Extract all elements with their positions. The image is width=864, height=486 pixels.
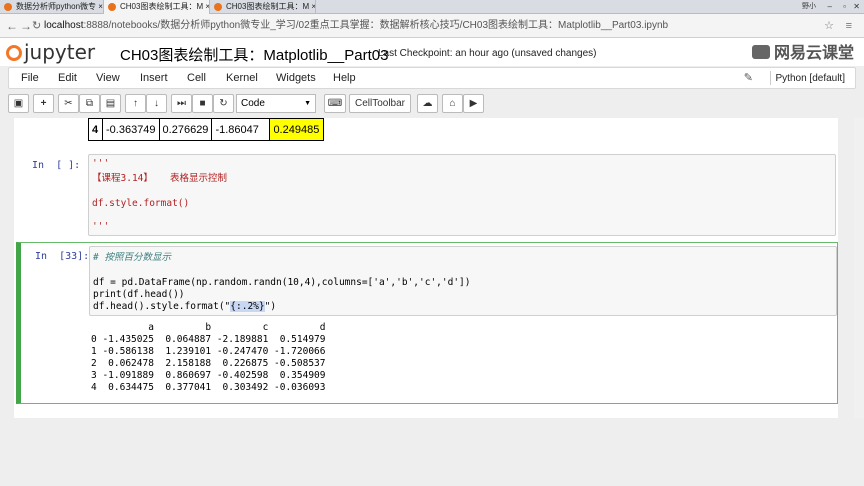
forward-icon[interactable]: →: [20, 18, 32, 34]
run-cell-icon[interactable]: ⏭: [171, 94, 192, 113]
notebook-page: 4 -0.363749 0.276629 -1.86047 0.249485 I…: [14, 118, 838, 418]
browser-tab-3[interactable]: CH03图表绘制工具：M ×: [210, 0, 316, 14]
menu-icon[interactable]: ≡: [846, 18, 852, 34]
interrupt-icon[interactable]: ■: [192, 94, 213, 113]
url-path: :8888/notebooks/数据分析师python微专业_学习/02重点工具…: [83, 20, 669, 31]
browser-tab-bar: 数据分析师python微专 × CH03图表绘制工具：M × CH03图表绘制工…: [0, 0, 864, 14]
paste-icon[interactable]: ▤: [100, 94, 121, 113]
output-line: 2 0.062478 2.158188 0.226875 -0.508537: [91, 358, 326, 369]
star-icon[interactable]: ☆: [824, 18, 834, 34]
restart-icon[interactable]: ↻: [213, 94, 234, 113]
table-row: 4 -0.363749 0.276629 -1.86047 0.249485: [88, 118, 325, 141]
code-line: ''': [92, 158, 110, 169]
jupyter-header: jupyter CH03图表绘制工具：Matplotlib__Part03 La…: [0, 38, 864, 66]
jupyter-favicon-icon: [214, 3, 222, 11]
menu-edit[interactable]: Edit: [58, 71, 77, 86]
menu-view[interactable]: View: [96, 71, 120, 86]
checkpoint-status: Last Checkpoint: an hour ago (unsaved ch…: [378, 48, 597, 59]
kernel-indicator: Python [default]: [769, 71, 845, 85]
cell-type-value: Code: [241, 98, 265, 109]
watermark-text: 网易云课堂: [773, 45, 854, 62]
table-cell: -1.86047: [211, 118, 271, 141]
cell-type-select[interactable]: Code ▼: [236, 94, 316, 113]
close-window-icon[interactable]: ✕: [853, 0, 860, 13]
cut-icon[interactable]: ✂: [58, 94, 79, 113]
jupyter-logo[interactable]: jupyter: [6, 40, 95, 64]
table-cell: 0.276629: [158, 118, 213, 141]
menu-bar: File Edit View Insert Cell Kernel Widget…: [8, 67, 856, 89]
jupyter-favicon-icon: [108, 3, 116, 11]
keyboard-icon[interactable]: ⌨: [324, 94, 346, 113]
menu-kernel[interactable]: Kernel: [226, 71, 258, 86]
reload-icon[interactable]: ↻: [32, 18, 41, 34]
netease-logo-icon: [751, 45, 770, 59]
present-icon[interactable]: ⌂: [442, 94, 463, 113]
minimize-icon[interactable]: –: [828, 0, 832, 13]
browser-tab-label: CH03图表绘制工具：M ×: [120, 2, 210, 11]
output-line: 3 -1.091889 0.860697 -0.402598 0.354909: [91, 370, 326, 381]
menu-help[interactable]: Help: [333, 71, 356, 86]
watermark: 网易云课堂: [751, 39, 854, 63]
table-cell: -0.363749: [102, 118, 160, 141]
move-down-icon[interactable]: ↓: [146, 94, 167, 113]
browser-tab-label: 数据分析师python微专 ×: [16, 2, 103, 11]
output-line: a b c d: [91, 322, 326, 333]
insert-cell-icon[interactable]: +: [33, 94, 54, 113]
menu-cell[interactable]: Cell: [187, 71, 206, 86]
celltoolbar-button[interactable]: CellToolbar: [349, 94, 411, 113]
cell-input[interactable]: # 按照百分数显示 df = pd.DataFrame(np.random.ra…: [89, 246, 837, 316]
code-fragment: df.head().style.format(": [93, 301, 231, 312]
output-line: 1 -0.586138 1.239101 -0.247470 -1.720066: [91, 346, 326, 357]
table-index-cell: 4: [88, 118, 103, 141]
chevron-down-icon: ▼: [304, 100, 311, 107]
notebook-bottom-area: [0, 418, 864, 486]
output-line: 4 0.634475 0.377041 0.303492 -0.036093: [91, 382, 326, 393]
jupyter-favicon-icon: [4, 3, 12, 11]
code-line: ''': [92, 221, 110, 232]
maximize-icon[interactable]: ▫: [843, 0, 846, 13]
code-line: df.head().style.format("{:.2%}"): [93, 301, 276, 313]
scrollbar[interactable]: [854, 118, 864, 418]
edit-pencil-icon[interactable]: ✎: [744, 71, 753, 84]
cloud-upload-icon[interactable]: ☁: [417, 94, 438, 113]
code-line: df.style.format(): [92, 198, 190, 209]
cell-prompt: In [33]:: [35, 251, 90, 262]
notebook-toolbar: ▣ + ✂ ⧉ ▤ ↑ ↓ ⏭ ■ ↻ Code ▼ ⌨ CellToolbar…: [8, 92, 856, 116]
notebook-area: 4 -0.363749 0.276629 -1.86047 0.249485 I…: [0, 118, 864, 418]
output-line: 0 -1.435025 0.064887 -2.189881 0.514979: [91, 334, 326, 345]
save-icon[interactable]: ▣: [8, 94, 29, 113]
browser-tab-2[interactable]: CH03图表绘制工具：M ×: [104, 0, 210, 14]
code-fragment: "): [264, 301, 277, 312]
cell-input[interactable]: ''' 【课程3.14】 表格显示控制 df.style.format() ''…: [88, 154, 836, 236]
browser-tab-label: CH03图表绘制工具：M ×: [226, 2, 316, 11]
code-line: print(df.head()): [93, 289, 185, 300]
code-line: 【课程3.14】 表格显示控制: [92, 173, 228, 184]
back-icon[interactable]: ←: [6, 18, 18, 34]
selected-text: {:.2%}: [230, 301, 265, 312]
play-video-icon[interactable]: ▶: [463, 94, 484, 113]
notebook-title[interactable]: CH03图表绘制工具：Matplotlib__Part03: [120, 44, 388, 65]
browser-tab-1[interactable]: 数据分析师python微专 ×: [0, 0, 104, 14]
styled-table-output: 4 -0.363749 0.276629 -1.86047 0.249485: [88, 118, 325, 141]
table-cell-highlighted: 0.249485: [269, 118, 325, 141]
url-host: localhost: [44, 20, 84, 31]
move-up-icon[interactable]: ↑: [125, 94, 146, 113]
cell-prompt: In [ ]:: [32, 160, 81, 171]
menu-insert[interactable]: Insert: [140, 71, 168, 86]
address-bar: ← → ↻ localhost:8888/notebooks/数据分析师pyth…: [0, 14, 864, 38]
url-field[interactable]: localhost:8888/notebooks/数据分析师python微专业_…: [44, 18, 668, 34]
menu-widgets[interactable]: Widgets: [276, 71, 316, 86]
code-cell-selected[interactable]: In [33]: # 按照百分数显示 df = pd.DataFrame(np.…: [16, 242, 838, 404]
menu-file[interactable]: File: [21, 71, 39, 86]
code-line: df = pd.DataFrame(np.random.randn(10,4),…: [93, 277, 471, 288]
jupyter-wordmark: jupyter: [24, 40, 96, 64]
jupyter-orbit-icon: [6, 45, 22, 61]
code-comment: # 按照百分数显示: [93, 252, 171, 263]
copy-icon[interactable]: ⧉: [79, 94, 100, 113]
profile-user[interactable]: 野小: [802, 0, 816, 14]
code-cell[interactable]: In [ ]: ''' 【课程3.14】 表格显示控制 df.style.for…: [16, 152, 838, 240]
